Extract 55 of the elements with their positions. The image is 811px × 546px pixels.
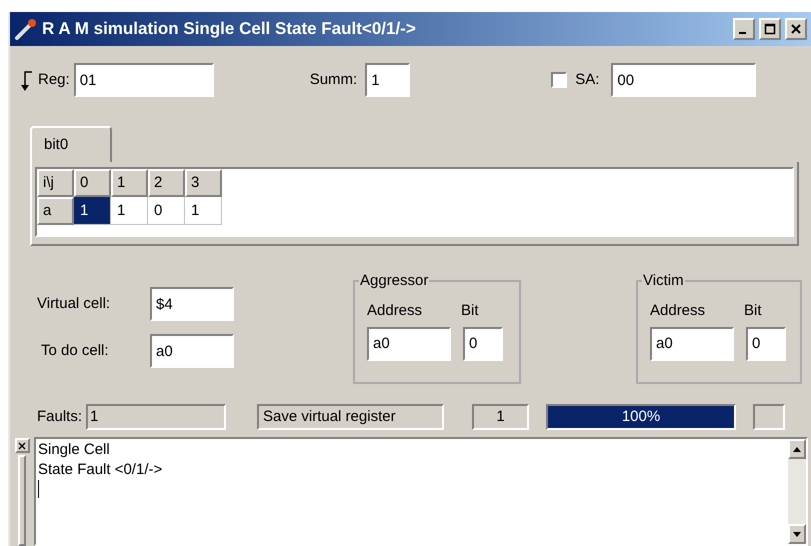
minimize-icon	[739, 32, 746, 34]
sa-checkbox[interactable]	[551, 72, 568, 88]
maximize-icon	[764, 23, 776, 35]
field-label: Bit	[744, 301, 762, 321]
field-label: Address	[650, 301, 706, 321]
close-button[interactable]	[785, 18, 807, 40]
bit-field[interactable]: 0	[463, 326, 503, 360]
row-header: a	[37, 197, 74, 225]
tab[interactable]: bit0	[30, 126, 112, 162]
to-do-cell-field[interactable]: a0	[150, 334, 234, 368]
virtual-cell-field[interactable]: $4	[150, 287, 234, 321]
column-header: 0	[74, 169, 111, 197]
grid-cell[interactable]: 1	[111, 197, 148, 225]
close-icon	[18, 442, 26, 450]
faults-field: 1	[86, 404, 226, 430]
field-label: Faults:	[37, 406, 82, 427]
field-label: Bit	[461, 301, 479, 321]
grid-cell[interactable]: 1	[74, 197, 111, 225]
counter-panel: 1	[472, 404, 530, 430]
log-line: Single Cell	[38, 440, 111, 460]
maximize-button[interactable]	[759, 18, 781, 40]
field-label: SA:	[575, 70, 600, 90]
summ-field[interactable]: 1	[365, 63, 410, 97]
text-cursor	[38, 480, 39, 498]
field-label: Address	[367, 301, 424, 321]
minimize-button[interactable]	[733, 18, 755, 40]
field-label: Summ:	[310, 70, 358, 90]
wand-icon	[14, 17, 38, 41]
field-label: To do cell:	[40, 340, 110, 361]
sa-field[interactable]: 00	[611, 63, 756, 97]
up-arrow-icon	[793, 446, 801, 452]
scrollbar[interactable]	[788, 439, 806, 544]
column-header: 3	[185, 169, 222, 197]
window-title: R A M simulation Single Cell State Fault<0/1/->	[42, 18, 417, 40]
grid-corner-cell: i\j	[37, 169, 74, 197]
address-field[interactable]: a0	[367, 326, 451, 360]
close-icon	[790, 23, 802, 35]
column-header: 1	[111, 169, 148, 197]
field-label: Reg:	[38, 70, 70, 90]
close-button[interactable]	[14, 438, 30, 453]
down-arrow-icon	[793, 532, 801, 536]
log-line: State Fault <0/1/->	[38, 460, 164, 480]
grid-cell[interactable]: 0	[148, 197, 185, 225]
bit-field[interactable]: 0	[746, 326, 786, 360]
address-field[interactable]: a0	[650, 326, 734, 360]
status-panel	[753, 404, 786, 430]
grip-handle[interactable]	[18, 455, 26, 546]
reg-field[interactable]: 01	[74, 63, 214, 97]
column-header: 2	[148, 169, 185, 197]
save-virtual-register-button[interactable]: Save virtual register	[257, 404, 444, 430]
grid-cell[interactable]: 1	[185, 197, 222, 225]
scroll-up-button[interactable]	[788, 439, 806, 459]
scroll-down-button[interactable]	[788, 524, 806, 544]
progress-reading: 100%	[620, 407, 662, 427]
field-label: Virtual cell:	[37, 294, 112, 314]
